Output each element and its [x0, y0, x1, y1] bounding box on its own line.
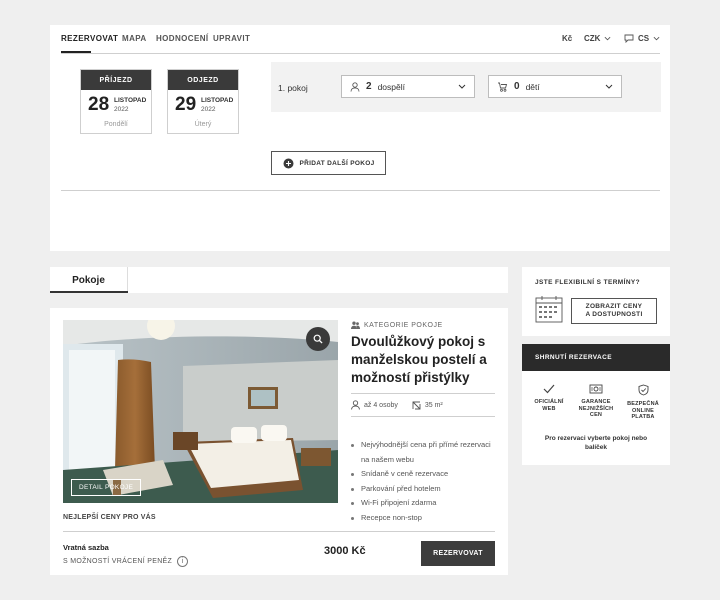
room-meta: až 4 osoby 35 m² — [351, 400, 443, 410]
room-photo[interactable]: DETAIL POKOJE — [63, 320, 338, 503]
show-prices-label-1: ZOBRAZIT CENY — [585, 303, 643, 310]
chevron-down-icon — [653, 36, 660, 41]
children-label: dětí — [525, 81, 540, 92]
arrival-weekday: Pondělí — [104, 121, 128, 128]
summary-title: SHRNUTÍ REZERVACE — [522, 344, 670, 371]
booking-search-panel: REZERVOVAT MAPA HODNOCENÍ UPRAVIT Kč CZK… — [50, 25, 670, 251]
room-size: 35 m² — [424, 401, 443, 409]
arrival-date-picker[interactable]: PŘÍJEZD 28 LISTOPAD 2022 Pondělí — [80, 69, 152, 134]
currency-symbol: Kč — [562, 34, 572, 43]
show-prices-button[interactable]: ZOBRAZIT CENY A DOSTUPNOSTI — [571, 298, 657, 324]
flexible-dates-title: JSTE FLEXIBILNÍ S TERMÍNY? — [535, 279, 641, 286]
usp-label: CEN — [589, 412, 603, 418]
chat-bubble-icon — [624, 34, 634, 43]
person-icon — [350, 81, 360, 92]
money-icon — [589, 384, 603, 394]
tab-upravit[interactable]: UPRAVIT — [213, 34, 250, 43]
language-code: CS — [638, 34, 650, 43]
summary-note: Pro rezervaci vyberte pokoj nebo balíček — [544, 435, 648, 451]
usp-best-price: GARANCE NEJNIŽŠÍCH CEN — [573, 384, 619, 419]
chevron-down-icon — [458, 84, 466, 89]
book-button[interactable]: REZERVOVAT — [421, 541, 495, 566]
departure-label: ODJEZD — [168, 70, 238, 90]
room-detail-button[interactable]: DETAIL POKOJE — [71, 479, 142, 496]
search-icon — [313, 334, 323, 344]
departure-day: 29 — [175, 94, 197, 115]
flexible-dates-panel: JSTE FLEXIBILNÍ S TERMÍNY? ZOBRAZIT CENY… — [522, 267, 670, 336]
usp-official-web: OFICIÁLNÍ WEB — [526, 384, 572, 412]
person-icon — [351, 400, 360, 410]
arrival-day: 28 — [88, 94, 110, 115]
currency-symbol-text: Kč — [562, 34, 573, 43]
room-number-label: 1. pokoj — [278, 83, 308, 93]
floor-area-icon — [412, 401, 421, 409]
list-item: Recepce non-stop — [351, 511, 501, 526]
show-prices-label-2: A DOSTUPNOSTI — [585, 311, 643, 318]
nav-divider — [61, 53, 660, 54]
info-icon[interactable]: i — [177, 556, 189, 567]
room-occupancy-panel: 1. pokoj 2 dospělí 0 dětí — [271, 62, 661, 112]
reservation-summary: SHRNUTÍ REZERVACE OFICIÁLNÍ WEB GARANCE … — [522, 344, 670, 465]
list-item: Parkování před hotelem — [351, 482, 501, 497]
room-title-divider — [351, 393, 495, 394]
list-item: Nejvýhodnější cena při přímé rezervaci n… — [351, 438, 501, 467]
currency-select[interactable]: CZK — [584, 34, 611, 43]
adults-label: dospělí — [377, 81, 405, 92]
room-title[interactable]: Dvoulůžkový pokoj s manželskou postelí a… — [351, 333, 501, 387]
adults-select[interactable]: 2 dospělí — [341, 75, 475, 98]
arrival-label: PŘÍJEZD — [81, 70, 151, 90]
best-price-heading: NEJLEPŠÍ CENY PRO VÁS — [63, 514, 156, 521]
room-features-list: Nejvýhodnější cena při přímé rezervaci n… — [351, 438, 501, 525]
add-room-label: PŘIDAT DALŠÍ POKOJ — [299, 159, 375, 167]
list-item: Wi-Fi připojení zdarma — [351, 496, 501, 511]
add-room-button[interactable]: PŘIDAT DALŠÍ POKOJ — [271, 151, 386, 175]
stroller-icon — [498, 82, 508, 92]
calendar-icon — [535, 296, 563, 323]
tab-pokoje[interactable]: Pokoje — [50, 267, 128, 293]
active-tab-indicator — [50, 291, 128, 293]
room-category: KATEGORIE POKOJE — [351, 321, 443, 329]
departure-month: LISTOPAD — [201, 97, 234, 104]
rate-name: Vratná sazba — [63, 543, 109, 552]
tab-mapa[interactable]: MAPA — [122, 34, 147, 43]
shield-icon — [638, 384, 648, 396]
usp-label: WEB — [542, 405, 556, 412]
people-icon — [351, 321, 360, 329]
rate-divider — [63, 531, 495, 532]
currency-code: CZK — [584, 34, 601, 43]
arrival-month: LISTOPAD — [114, 97, 147, 104]
rate-note: S MOŽNOSTÍ VRÁCENÍ PENĚZ i — [63, 556, 189, 567]
usp-label: PLATBA — [631, 414, 655, 420]
rate-price: 3000 Kč — [324, 545, 366, 557]
departure-date-picker[interactable]: ODJEZD 29 LISTOPAD 2022 Úterý — [167, 69, 239, 134]
section-divider — [61, 190, 660, 191]
adults-count: 2 — [366, 81, 372, 92]
arrival-year: 2022 — [114, 106, 129, 113]
rooms-tabbar: Pokoje — [50, 267, 508, 293]
checkmark-icon — [543, 384, 555, 394]
room-card: DETAIL POKOJE KATEGORIE POKOJE Dvoulůžko… — [50, 308, 508, 575]
departure-weekday: Úterý — [194, 121, 212, 128]
chevron-down-icon — [605, 36, 611, 41]
tab-hodnoceni[interactable]: HODNOCENÍ — [156, 34, 209, 43]
departure-year: 2022 — [201, 106, 216, 113]
children-count: 0 — [514, 81, 520, 92]
list-item: Snídaně v ceně rezervace — [351, 467, 501, 482]
language-select[interactable]: CS — [624, 34, 660, 43]
usp-secure-payment: BEZPEČNÁ ONLINE PLATBA — [620, 384, 666, 421]
children-select[interactable]: 0 dětí — [488, 75, 622, 98]
tab-rezervovat[interactable]: REZERVOVAT — [61, 34, 118, 43]
room-photo-image — [63, 320, 338, 503]
rate-note-text: S MOŽNOSTÍ VRÁCENÍ PENĚZ — [63, 558, 173, 565]
zoom-button[interactable] — [306, 327, 330, 351]
room-meta-divider — [351, 416, 495, 417]
room-capacity: až 4 osoby — [364, 401, 398, 409]
chevron-down-icon — [605, 84, 613, 89]
plus-circle-icon — [283, 158, 293, 168]
room-category-label: KATEGORIE POKOJE — [364, 321, 443, 329]
